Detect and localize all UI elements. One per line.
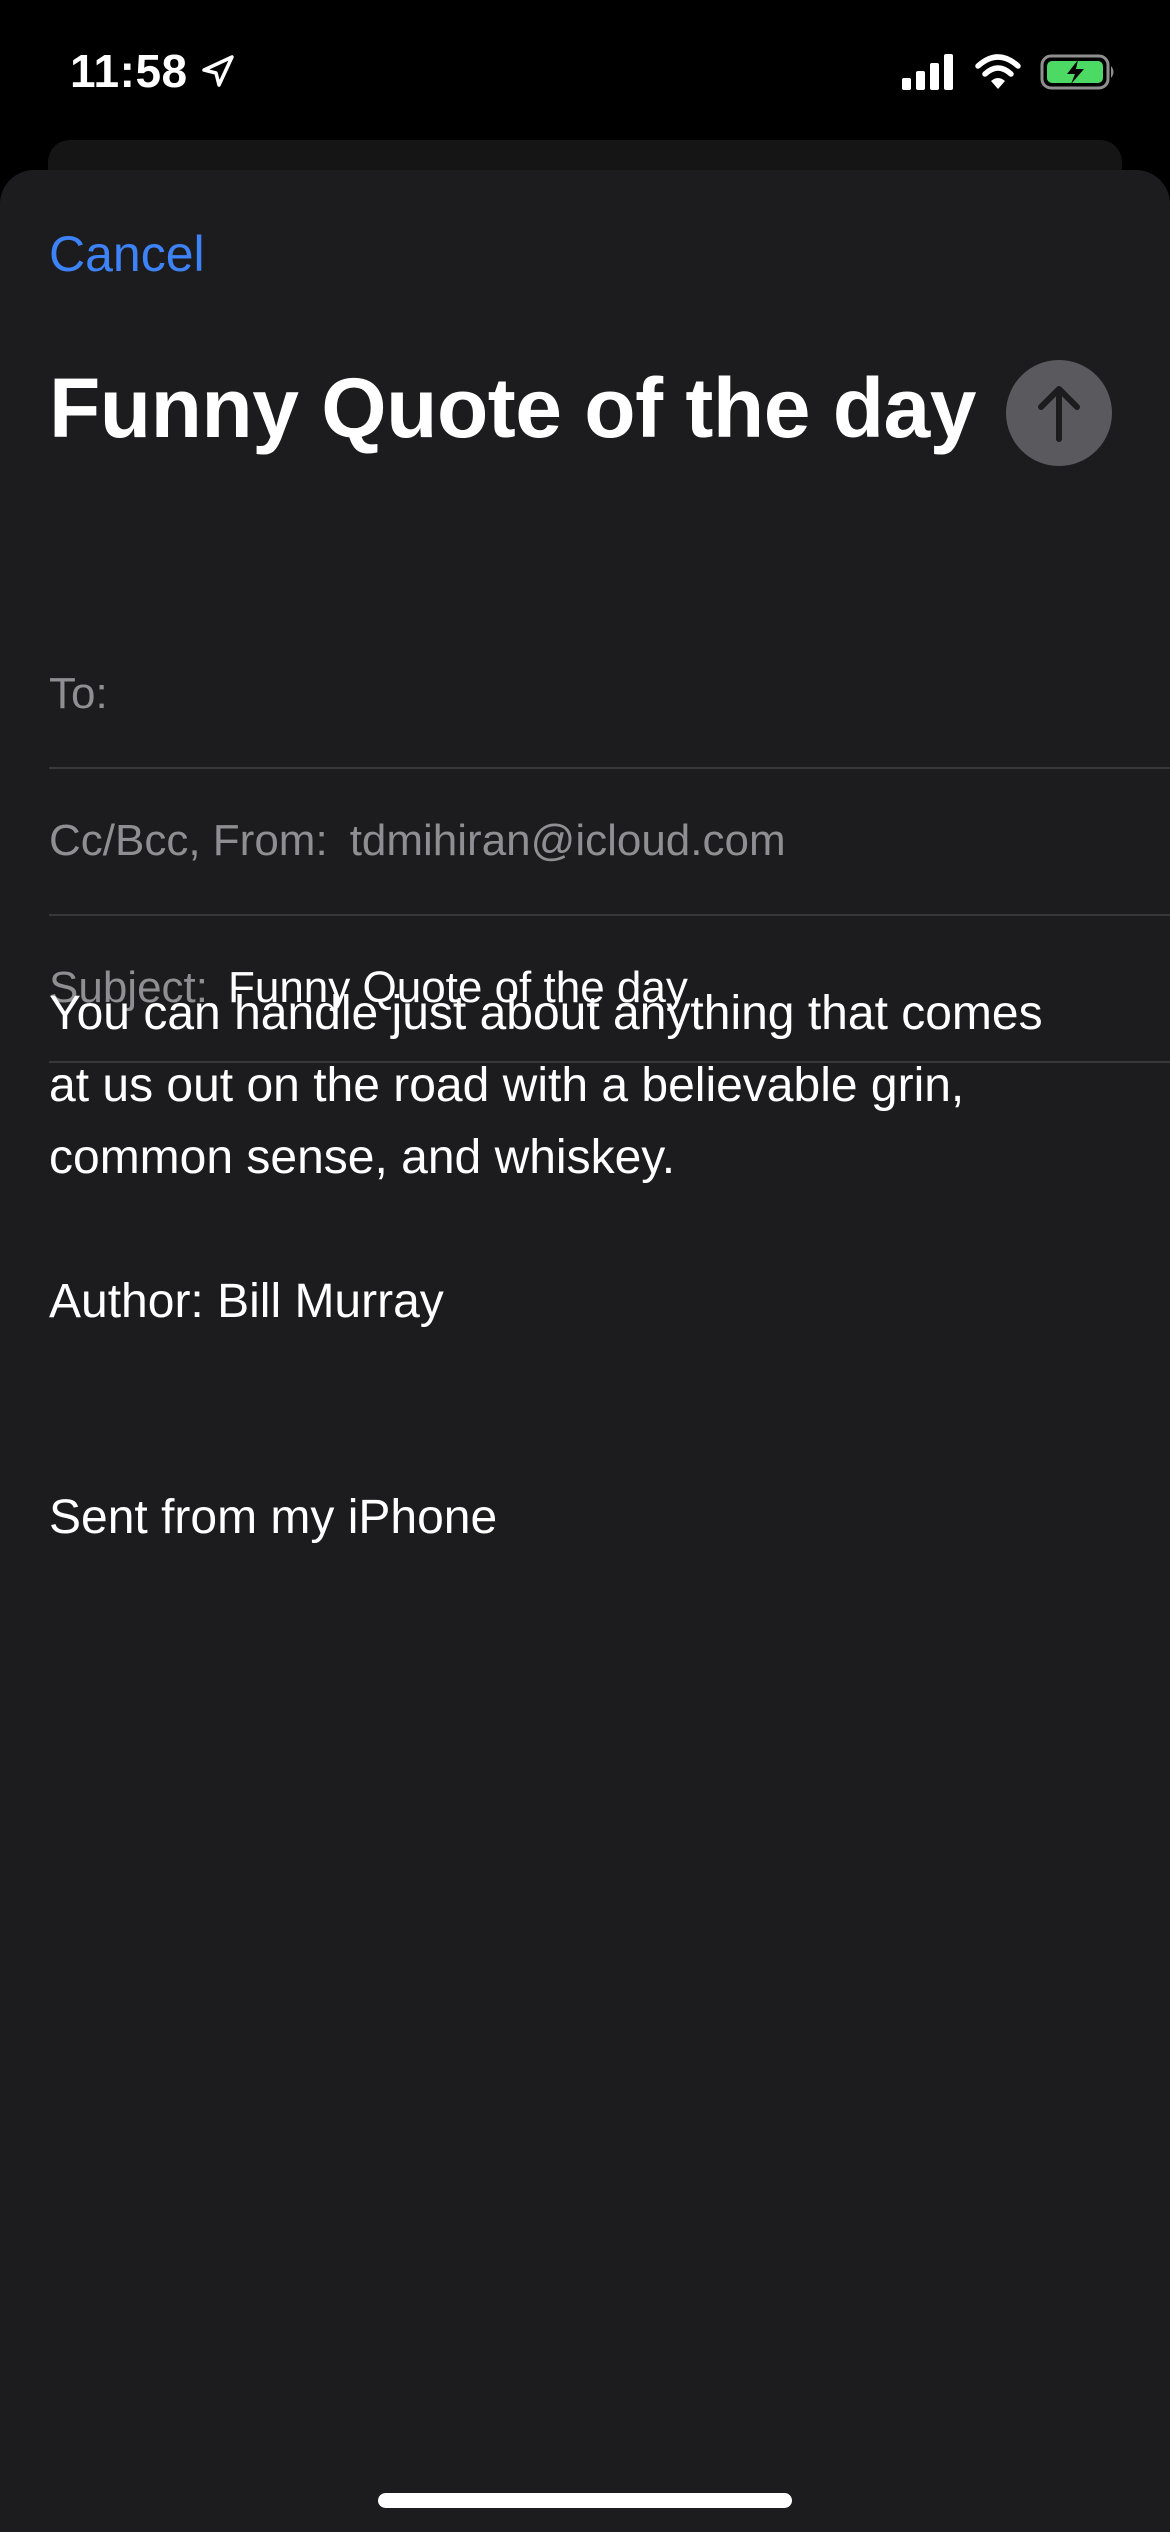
cc-bcc-from-field[interactable]: Cc/Bcc, From: tdmihiran@icloud.com: [49, 767, 1170, 916]
body-line: common sense, and whiskey.: [49, 1131, 676, 1184]
mail-compose-screen: 11:58 Cancel Funny Quote of the day To: …: [0, 0, 1170, 2532]
to-label: To:: [49, 668, 108, 718]
to-field[interactable]: To:: [49, 620, 1170, 769]
status-bar: 11:58: [0, 0, 1170, 150]
message-body[interactable]: You can handle just about anything that …: [49, 978, 1129, 1554]
status-indicators: [900, 52, 1118, 92]
battery-charging-icon: [1040, 54, 1114, 90]
from-address[interactable]: tdmihiran@icloud.com: [350, 816, 786, 866]
signature-line: Sent from my iPhone: [49, 1491, 498, 1544]
body-line: You can handle just about anything that …: [49, 987, 1043, 1040]
home-indicator[interactable]: [378, 2493, 792, 2508]
status-time: 11:58: [70, 45, 188, 97]
compose-sheet: Cancel Funny Quote of the day To: Cc/Bcc…: [0, 170, 1170, 2532]
cc-bcc-from-label: Cc/Bcc, From:: [49, 815, 328, 865]
location-arrow-icon: [201, 55, 234, 87]
author-line: Author: Bill Murray: [49, 1275, 444, 1328]
cellular-signal-icon: [902, 54, 953, 90]
body-line: at us out on the road with a believable …: [49, 1059, 965, 1112]
arrow-up-icon: [1038, 386, 1080, 442]
status-time-group: 11:58: [70, 44, 238, 98]
compose-title: Funny Quote of the day: [49, 361, 977, 455]
wifi-icon: [975, 54, 1021, 89]
send-button[interactable]: [1006, 360, 1112, 466]
cancel-button[interactable]: Cancel: [49, 225, 205, 283]
